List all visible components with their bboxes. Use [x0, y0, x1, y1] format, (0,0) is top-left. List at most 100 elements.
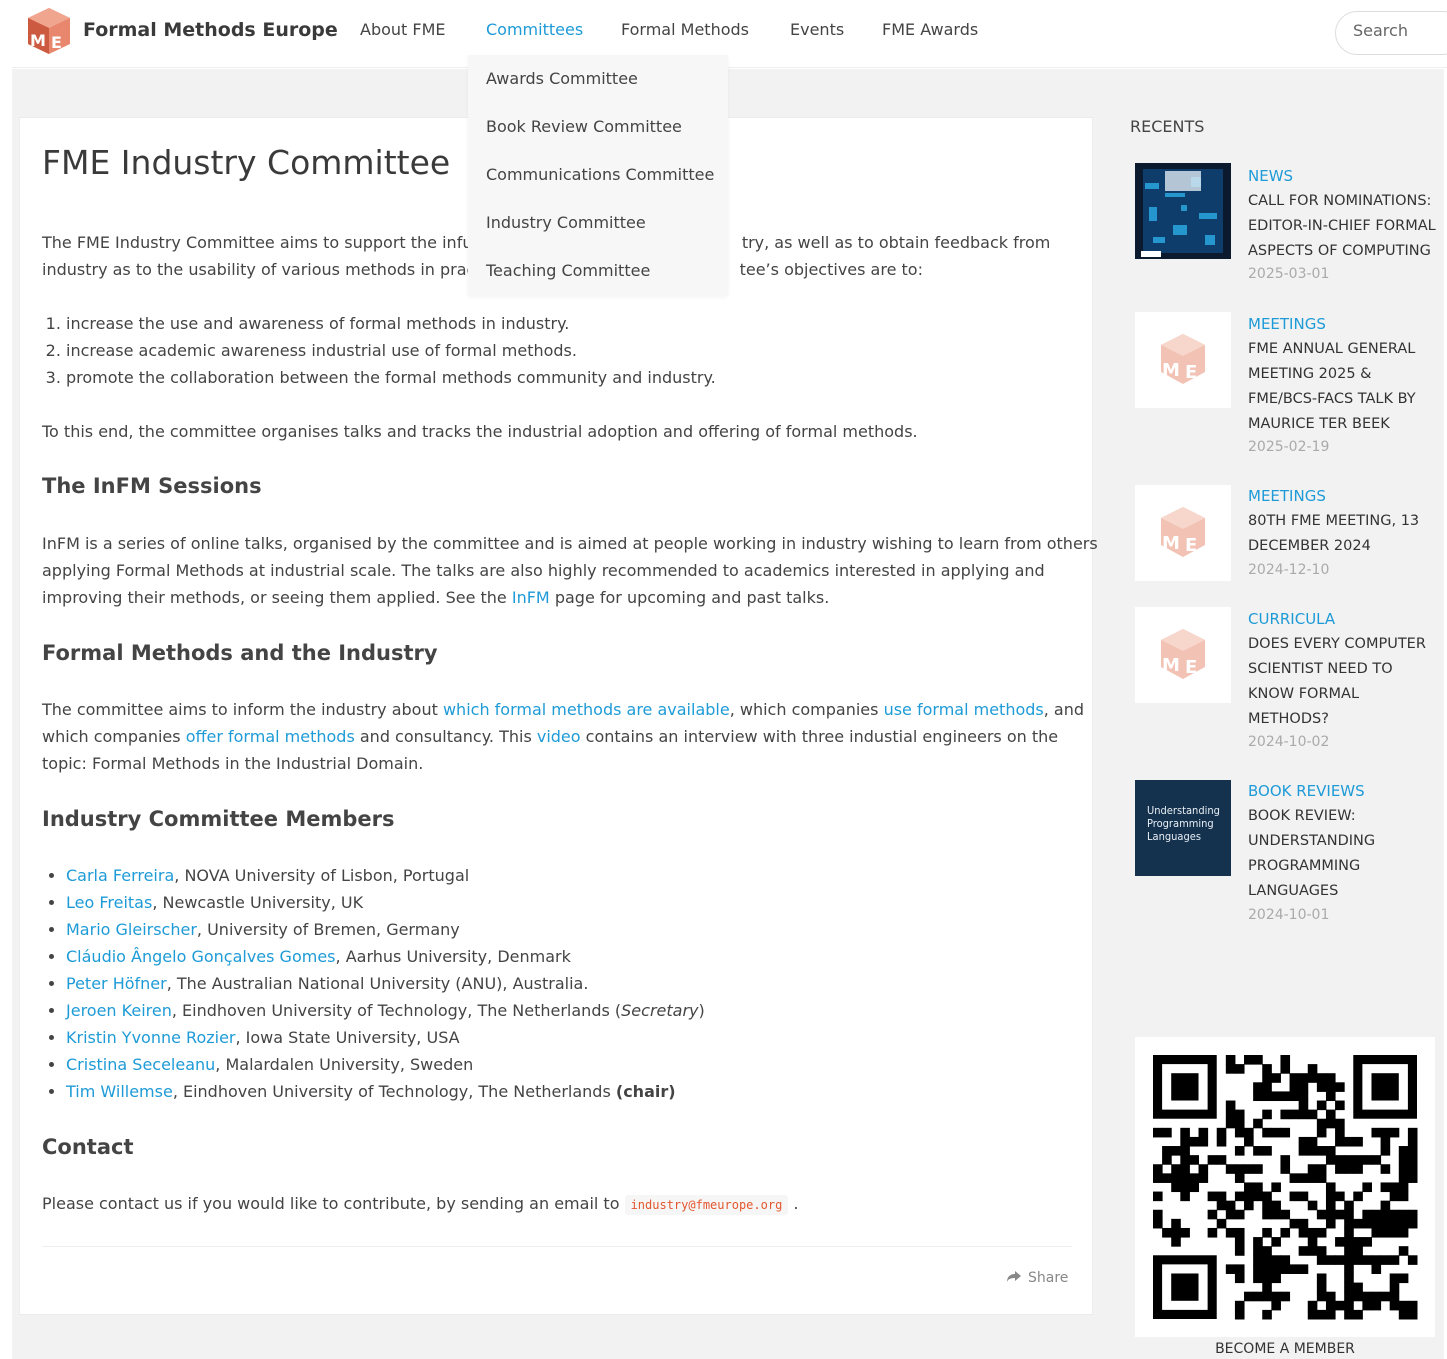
intro-text: tee’s objectives are to:: [739, 260, 923, 279]
member-link[interactable]: Peter Höfner: [66, 974, 167, 993]
member-link[interactable]: Leo Freitas: [66, 893, 152, 912]
available-methods-link[interactable]: which formal methods are available: [443, 700, 730, 719]
svg-text:E: E: [51, 33, 62, 52]
qr-code-icon: [1153, 1055, 1418, 1320]
post-thumbnail[interactable]: M E: [1135, 485, 1231, 581]
list-item: increase academic awareness industrial u…: [66, 337, 716, 364]
list-item: increase the use and awareness of formal…: [66, 310, 716, 337]
nav-formal-methods[interactable]: Formal Methods: [621, 20, 749, 39]
search-input[interactable]: Search: [1335, 11, 1447, 55]
member-affiliation: , The Australian National University (AN…: [166, 974, 589, 993]
post-title[interactable]: FME ANNUAL GENERAL MEETING 2025 & FME/BC…: [1248, 337, 1443, 437]
member-link[interactable]: Kristin Yvonne Rozier: [66, 1028, 236, 1047]
nav-fme-awards[interactable]: FME Awards: [882, 20, 978, 39]
member-affiliation: , Eindhoven University of Technology, Th…: [171, 1001, 622, 1020]
svg-text:E: E: [1185, 535, 1197, 556]
journal-cover-icon: [1135, 163, 1231, 259]
contact-text: .: [793, 1194, 799, 1213]
member-link[interactable]: Cláudio Ângelo Gonçalves Gomes: [66, 947, 336, 966]
svg-text:M: M: [1162, 533, 1180, 554]
fm-industry-paragraph: The committee aims to inform the industr…: [42, 696, 1084, 777]
post-title[interactable]: DOES EVERY COMPUTER SCIENTIST NEED TO KN…: [1248, 632, 1443, 732]
post-thumbnail[interactable]: M E: [1135, 607, 1231, 703]
members-heading: Industry Committee Members: [42, 807, 395, 831]
become-member-link[interactable]: BECOME A MEMBER: [1135, 1341, 1435, 1357]
member-link[interactable]: Tim Willemse: [66, 1082, 173, 1101]
post-thumbnail[interactable]: Understanding Programming Languages: [1135, 780, 1231, 876]
site-brand[interactable]: Formal Methods Europe: [83, 19, 338, 41]
fme-logo-icon: M E: [1161, 334, 1205, 384]
share-button[interactable]: Share: [1006, 1270, 1068, 1286]
infm-paragraph: InFM is a series of online talks, organi…: [42, 530, 1098, 611]
fme-logo-icon: M E: [1161, 507, 1205, 557]
post-category[interactable]: BOOK REVIEWS: [1248, 782, 1365, 800]
member-link[interactable]: Jeroen Keiren: [66, 1001, 172, 1020]
member-affiliation: , NOVA University of Lisbon, Portugal: [174, 866, 470, 885]
post-category[interactable]: NEWS: [1248, 167, 1293, 185]
intro-text: The FME Industry Committee aims to suppo…: [42, 233, 481, 252]
member-item: Kristin Yvonne Rozier, Iowa State Univer…: [66, 1024, 705, 1051]
post-title[interactable]: BOOK REVIEW: UNDERSTANDING PROGRAMMING L…: [1248, 804, 1443, 904]
svg-text:E: E: [1185, 362, 1197, 383]
site-header: M E Formal Methods Europe About FME Comm…: [12, 0, 1447, 68]
qr-code[interactable]: [1135, 1037, 1435, 1337]
share-icon: [1007, 1271, 1021, 1282]
member-link[interactable]: Carla Ferreira: [66, 866, 174, 885]
post-thumbnail[interactable]: [1135, 163, 1231, 259]
post-date: 2025-03-01: [1248, 266, 1330, 282]
svg-text:M: M: [1162, 360, 1180, 381]
book-cover-title: Understanding Programming Languages: [1147, 804, 1220, 843]
member-link[interactable]: Mario Gleirscher: [66, 920, 197, 939]
infm-heading: The InFM Sessions: [42, 474, 262, 498]
post-title[interactable]: CALL FOR NOMINATIONS: EDITOR-IN-CHIEF FO…: [1248, 189, 1443, 264]
intro-text: try, as well as to obtain feedback from: [741, 233, 1051, 252]
video-link[interactable]: video: [537, 727, 581, 746]
infm-text: InFM is a series of online talks, organi…: [42, 534, 1098, 553]
svg-text:E: E: [1185, 657, 1197, 678]
contact-email[interactable]: industry@fmeurope.org: [624, 1195, 789, 1215]
member-role: Secretary: [621, 1001, 699, 1020]
infm-link[interactable]: InFM: [512, 588, 550, 607]
to-this-end-text: To this end, the committee organises tal…: [42, 422, 918, 441]
contact-paragraph: Please contact us if you would like to c…: [42, 1190, 798, 1219]
member-item: Mario Gleirscher, University of Bremen, …: [66, 916, 705, 943]
dropdown-item-book-review[interactable]: Book Review Committee: [486, 117, 682, 136]
member-item: Tim Willemse, Eindhoven University of Te…: [66, 1078, 705, 1105]
nav-events[interactable]: Events: [790, 20, 844, 39]
fm-text: and consultancy. This: [354, 727, 537, 746]
member-item: Cláudio Ângelo Gonçalves Gomes, Aarhus U…: [66, 943, 705, 970]
dropdown-item-awards[interactable]: Awards Committee: [486, 69, 638, 88]
member-item: Carla Ferreira, NOVA University of Lisbo…: [66, 862, 705, 889]
dropdown-item-communications[interactable]: Communications Committee: [486, 165, 714, 184]
post-thumbnail[interactable]: M E: [1135, 312, 1231, 408]
member-role: (chair): [615, 1082, 676, 1101]
svg-text:M: M: [1162, 655, 1180, 676]
fm-text: The committee aims to inform the industr…: [42, 700, 443, 719]
post-date: 2024-10-02: [1248, 734, 1330, 750]
post-title[interactable]: 80TH FME MEETING, 13 DECEMBER 2024: [1248, 509, 1443, 559]
use-formal-methods-link[interactable]: use formal methods: [884, 700, 1044, 719]
svg-text:M: M: [30, 31, 46, 50]
member-affiliation: , Eindhoven University of Technology, Th…: [172, 1082, 616, 1101]
nav-about-fme[interactable]: About FME: [360, 20, 446, 39]
post-category[interactable]: MEETINGS: [1248, 487, 1326, 505]
list-item: promote the collaboration between the fo…: [66, 364, 716, 391]
fm-text: , which companies: [729, 700, 884, 719]
divider: [42, 1246, 1072, 1247]
member-affiliation: , Aarhus University, Denmark: [335, 947, 571, 966]
post-category[interactable]: MEETINGS: [1248, 315, 1326, 333]
post-category[interactable]: CURRICULA: [1248, 610, 1335, 628]
share-label: Share: [1028, 1270, 1069, 1286]
post-date: 2025-02-19: [1248, 439, 1330, 455]
nav-committees[interactable]: Committees: [486, 20, 583, 39]
member-item: Cristina Seceleanu, Malardalen Universit…: [66, 1051, 705, 1078]
member-link[interactable]: Cristina Seceleanu: [66, 1055, 215, 1074]
dropdown-item-industry[interactable]: Industry Committee: [486, 213, 646, 232]
fme-logo-icon[interactable]: M E: [24, 6, 74, 56]
member-affiliation: , Newcastle University, UK: [152, 893, 364, 912]
objectives-list: increase the use and awareness of formal…: [48, 310, 716, 391]
committees-dropdown: Awards Committee Book Review Committee C…: [468, 55, 728, 295]
offer-formal-methods-link[interactable]: offer formal methods: [186, 727, 355, 746]
dropdown-item-teaching[interactable]: Teaching Committee: [486, 261, 650, 280]
contact-text: Please contact us if you would like to c…: [42, 1194, 620, 1213]
